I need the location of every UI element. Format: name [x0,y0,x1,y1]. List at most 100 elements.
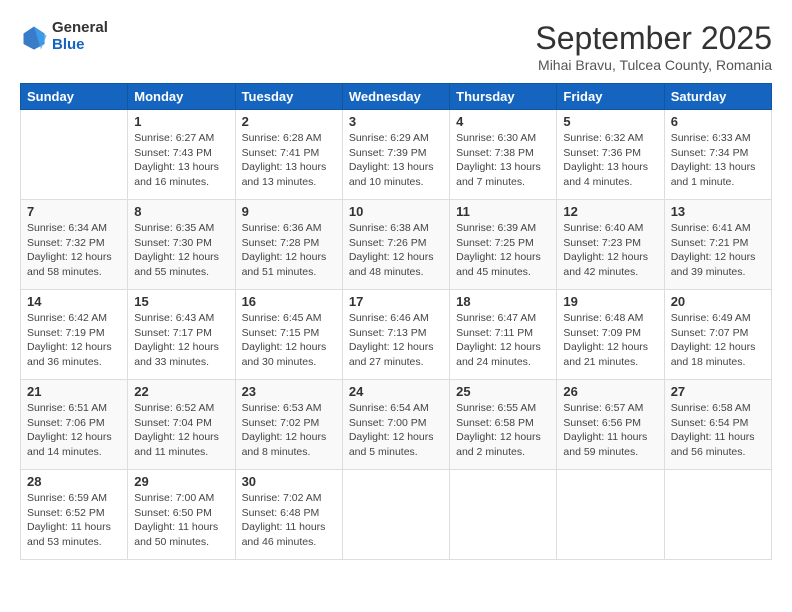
day-info: Sunrise: 6:27 AMSunset: 7:43 PMDaylight:… [134,131,228,190]
calendar-cell: 8Sunrise: 6:35 AMSunset: 7:30 PMDaylight… [128,200,235,290]
day-number: 20 [671,294,765,309]
day-number: 6 [671,114,765,129]
day-info: Sunrise: 6:42 AMSunset: 7:19 PMDaylight:… [27,311,121,370]
day-number: 13 [671,204,765,219]
calendar-cell [557,470,664,560]
logo-icon [20,23,48,51]
day-number: 5 [563,114,657,129]
day-number: 16 [242,294,336,309]
calendar-day-header: Monday [128,84,235,110]
calendar-week-row: 1 Sunrise: 6:27 AMSunset: 7:43 PMDaylight… [21,110,772,200]
day-number: 8 [134,204,228,219]
calendar-day-header: Friday [557,84,664,110]
day-number: 2 [242,114,336,129]
day-number: 17 [349,294,443,309]
calendar-week-row: 28 Sunrise: 6:59 AMSunset: 6:52 PMDayligh… [21,470,772,560]
calendar-cell: 15Sunrise: 6:43 AMSunset: 7:17 PMDayligh… [128,290,235,380]
day-info: Sunrise: 6:43 AMSunset: 7:17 PMDaylight:… [134,311,228,370]
calendar-table: SundayMondayTuesdayWednesdayThursdayFrid… [20,83,772,560]
calendar-cell: 25 Sunrise: 6:55 AMSunset: 6:58 PMDayligh… [450,380,557,470]
calendar-cell [450,470,557,560]
day-info: Sunrise: 6:47 AMSunset: 7:11 PMDaylight:… [456,311,550,370]
calendar-cell: 6 Sunrise: 6:33 AMSunset: 7:34 PMDaylight… [664,110,771,200]
day-info: Sunrise: 6:58 AMSunset: 6:54 PMDaylight:… [671,401,765,460]
calendar-week-row: 21Sunrise: 6:51 AMSunset: 7:06 PMDayligh… [21,380,772,470]
day-number: 7 [27,204,121,219]
day-info: Sunrise: 7:00 AMSunset: 6:50 PMDaylight:… [134,491,228,550]
calendar-cell: 30 Sunrise: 7:02 AMSunset: 6:48 PMDayligh… [235,470,342,560]
calendar-week-row: 7 Sunrise: 6:34 AMSunset: 7:32 PMDaylight… [21,200,772,290]
day-info: Sunrise: 6:32 AMSunset: 7:36 PMDaylight:… [563,131,657,190]
day-info: Sunrise: 6:51 AMSunset: 7:06 PMDaylight:… [27,401,121,460]
calendar-cell: 2Sunrise: 6:28 AMSunset: 7:41 PMDaylight… [235,110,342,200]
day-info: Sunrise: 6:41 AMSunset: 7:21 PMDaylight:… [671,221,765,280]
day-number: 3 [349,114,443,129]
day-number: 24 [349,384,443,399]
day-info: Sunrise: 6:52 AMSunset: 7:04 PMDaylight:… [134,401,228,460]
day-number: 30 [242,474,336,489]
calendar-cell: 13 Sunrise: 6:41 AMSunset: 7:21 PMDayligh… [664,200,771,290]
calendar-cell: 26 Sunrise: 6:57 AMSunset: 6:56 PMDayligh… [557,380,664,470]
day-info: Sunrise: 6:38 AMSunset: 7:26 PMDaylight:… [349,221,443,280]
calendar-cell: 12 Sunrise: 6:40 AMSunset: 7:23 PMDayligh… [557,200,664,290]
logo: General Blue [20,20,108,53]
day-info: Sunrise: 6:54 AMSunset: 7:00 PMDaylight:… [349,401,443,460]
day-info: Sunrise: 6:57 AMSunset: 6:56 PMDaylight:… [563,401,657,460]
calendar-cell: 24 Sunrise: 6:54 AMSunset: 7:00 PMDayligh… [342,380,449,470]
calendar-cell: 22 Sunrise: 6:52 AMSunset: 7:04 PMDayligh… [128,380,235,470]
calendar-cell [21,110,128,200]
calendar-cell: 7 Sunrise: 6:34 AMSunset: 7:32 PMDaylight… [21,200,128,290]
calendar-day-header: Saturday [664,84,771,110]
logo-blue-text: Blue [52,37,108,54]
day-info: Sunrise: 6:30 AMSunset: 7:38 PMDaylight:… [456,131,550,190]
day-number: 1 [134,114,228,129]
day-info: Sunrise: 7:02 AMSunset: 6:48 PMDaylight:… [242,491,336,550]
day-number: 28 [27,474,121,489]
calendar-cell: 23Sunrise: 6:53 AMSunset: 7:02 PMDayligh… [235,380,342,470]
logo-general-text: General [52,20,108,37]
calendar-cell: 16 Sunrise: 6:45 AMSunset: 7:15 PMDayligh… [235,290,342,380]
calendar-cell: 4 Sunrise: 6:30 AMSunset: 7:38 PMDaylight… [450,110,557,200]
calendar-day-header: Wednesday [342,84,449,110]
day-info: Sunrise: 6:49 AMSunset: 7:07 PMDaylight:… [671,311,765,370]
day-number: 25 [456,384,550,399]
calendar-cell: 3Sunrise: 6:29 AMSunset: 7:39 PMDaylight… [342,110,449,200]
calendar-cell [664,470,771,560]
calendar-cell: 18 Sunrise: 6:47 AMSunset: 7:11 PMDayligh… [450,290,557,380]
day-info: Sunrise: 6:53 AMSunset: 7:02 PMDaylight:… [242,401,336,460]
day-number: 26 [563,384,657,399]
logo-text: General Blue [52,20,108,53]
day-number: 29 [134,474,228,489]
calendar-day-header: Tuesday [235,84,342,110]
day-number: 22 [134,384,228,399]
calendar-cell: 19Sunrise: 6:48 AMSunset: 7:09 PMDayligh… [557,290,664,380]
day-info: Sunrise: 6:59 AMSunset: 6:52 PMDaylight:… [27,491,121,550]
calendar-cell: 10 Sunrise: 6:38 AMSunset: 7:26 PMDayligh… [342,200,449,290]
calendar-week-row: 14 Sunrise: 6:42 AMSunset: 7:19 PMDayligh… [21,290,772,380]
calendar-cell [342,470,449,560]
day-info: Sunrise: 6:33 AMSunset: 7:34 PMDaylight:… [671,131,765,190]
location-subtitle: Mihai Bravu, Tulcea County, Romania [535,57,772,73]
calendar-cell: 21Sunrise: 6:51 AMSunset: 7:06 PMDayligh… [21,380,128,470]
day-number: 4 [456,114,550,129]
day-info: Sunrise: 6:45 AMSunset: 7:15 PMDaylight:… [242,311,336,370]
day-info: Sunrise: 6:46 AMSunset: 7:13 PMDaylight:… [349,311,443,370]
day-info: Sunrise: 6:34 AMSunset: 7:32 PMDaylight:… [27,221,121,280]
calendar-cell: 14 Sunrise: 6:42 AMSunset: 7:19 PMDayligh… [21,290,128,380]
month-title: September 2025 [535,20,772,57]
calendar-cell: 5 Sunrise: 6:32 AMSunset: 7:36 PMDaylight… [557,110,664,200]
page-header: General Blue September 2025 Mihai Bravu,… [20,20,772,73]
day-info: Sunrise: 6:36 AMSunset: 7:28 PMDaylight:… [242,221,336,280]
day-number: 11 [456,204,550,219]
day-info: Sunrise: 6:48 AMSunset: 7:09 PMDaylight:… [563,311,657,370]
calendar-header-row: SundayMondayTuesdayWednesdayThursdayFrid… [21,84,772,110]
day-number: 27 [671,384,765,399]
day-number: 18 [456,294,550,309]
day-number: 10 [349,204,443,219]
day-number: 12 [563,204,657,219]
day-info: Sunrise: 6:40 AMSunset: 7:23 PMDaylight:… [563,221,657,280]
day-info: Sunrise: 6:55 AMSunset: 6:58 PMDaylight:… [456,401,550,460]
calendar-cell: 11Sunrise: 6:39 AMSunset: 7:25 PMDayligh… [450,200,557,290]
calendar-day-header: Thursday [450,84,557,110]
day-number: 14 [27,294,121,309]
